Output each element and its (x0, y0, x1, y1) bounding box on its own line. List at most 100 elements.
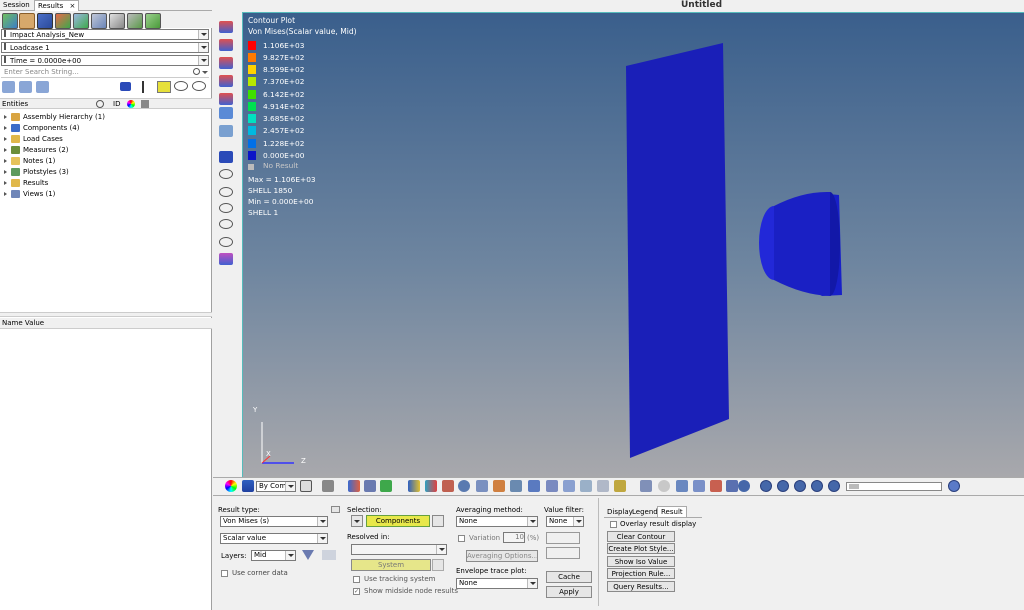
eye-column-icon[interactable] (96, 100, 104, 108)
clear-contour-button[interactable]: Clear Contour (607, 531, 675, 542)
time-dropdown[interactable]: Time = 0.0000e+00 (1, 55, 209, 66)
contour-bar-icon[interactable] (408, 480, 420, 492)
pointer-icon[interactable] (142, 81, 150, 93)
tab-legend[interactable]: Legend (632, 508, 658, 516)
envelope-dropdown[interactable]: None (456, 578, 538, 589)
filter-add-icon[interactable] (19, 81, 32, 93)
filter-remove-icon[interactable] (36, 81, 49, 93)
filter-min-input[interactable] (546, 532, 580, 544)
chat-icon[interactable] (658, 480, 670, 492)
projection-rule-button[interactable]: Projection Rule... (607, 568, 675, 579)
value-filter-dropdown[interactable]: None (546, 516, 584, 527)
shaded-icon[interactable] (322, 480, 334, 492)
last-frame-icon[interactable] (828, 480, 840, 492)
cube-icon[interactable] (109, 13, 125, 29)
tools-icon[interactable] (640, 480, 652, 492)
probe-icon[interactable] (493, 480, 505, 492)
search-icon[interactable] (193, 68, 200, 75)
loadcase-dropdown[interactable]: Loadcase 1 (1, 42, 209, 53)
animation-slider[interactable] (846, 482, 942, 491)
section-cut-icon[interactable] (546, 480, 558, 492)
show-midside-checkbox[interactable]: ✓ (353, 588, 360, 595)
color-mode-dropdown[interactable]: By Comp (256, 481, 296, 492)
next-frame-icon[interactable] (811, 480, 823, 492)
vector-icon[interactable] (219, 57, 233, 69)
panel-splitter[interactable] (0, 312, 212, 317)
model-dropdown[interactable]: Impact Analysis_New (1, 29, 209, 40)
chevron-down-icon[interactable] (285, 551, 295, 560)
plot-icon[interactable] (676, 480, 688, 492)
tree-item-assembly[interactable]: Assembly Hierarchy (1) (4, 113, 105, 121)
layer-stack-icon[interactable] (322, 550, 336, 560)
graphics-viewport[interactable] (242, 12, 1024, 477)
result-type-dropdown[interactable]: Von Mises (s) (220, 516, 328, 527)
mirror-icon[interactable] (364, 480, 376, 492)
chevron-down-icon[interactable] (317, 517, 327, 526)
overlay-result-checkbox[interactable] (610, 521, 617, 528)
eye-node-icon[interactable] (219, 203, 233, 213)
apply-button[interactable]: Apply (546, 586, 592, 598)
wireframe-icon[interactable] (300, 480, 312, 492)
reset-selection-button[interactable] (432, 515, 444, 527)
globe-icon[interactable] (458, 480, 470, 492)
chart-icon[interactable] (693, 480, 705, 492)
prev-frame-icon[interactable] (777, 480, 789, 492)
slider-thumb[interactable] (849, 484, 859, 489)
show-eye-icon[interactable] (174, 81, 188, 91)
tree-item-notes[interactable]: Notes (1) (4, 157, 55, 165)
cube-green-icon[interactable] (145, 13, 161, 29)
model-icon[interactable] (37, 13, 53, 29)
chevron-down-icon[interactable] (198, 30, 208, 39)
iso-icon[interactable] (219, 107, 233, 119)
export-icon[interactable] (73, 13, 89, 29)
shade-column-icon[interactable] (141, 100, 149, 108)
show-iso-value-button[interactable]: Show Iso Value (607, 556, 675, 567)
load-model-icon[interactable] (2, 13, 18, 29)
tab-display[interactable]: Display (607, 508, 633, 516)
tree-item-plotstyles[interactable]: Plotstyles (3) (4, 168, 69, 176)
use-tracking-checkbox[interactable] (353, 576, 360, 583)
eye-select-icon[interactable] (219, 187, 233, 197)
layers-dropdown[interactable]: Mid (251, 550, 296, 561)
eye-elem-icon[interactable] (219, 219, 233, 229)
play-icon[interactable] (794, 480, 806, 492)
filter-funnel-icon[interactable] (302, 550, 314, 560)
contour-icon[interactable] (219, 21, 233, 33)
chevron-down-icon[interactable] (436, 545, 446, 554)
averaging-options-button[interactable]: Averaging Options... (466, 550, 538, 562)
hide-eye-icon[interactable] (192, 81, 206, 91)
create-plot-style-button[interactable]: Create Plot Style... (607, 543, 675, 554)
entities-column-header[interactable]: Entities (2, 100, 28, 108)
components-selector[interactable]: Components (366, 515, 430, 527)
query-results-button[interactable]: Query Results... (607, 581, 675, 592)
chevron-down-icon[interactable] (202, 71, 208, 74)
search-input[interactable]: Enter Search String... (1, 67, 209, 78)
cube-add-icon[interactable] (127, 13, 143, 29)
legend-icon[interactable] (219, 93, 233, 105)
tree-item-measures[interactable]: Measures (2) (4, 146, 69, 154)
animation-settings-icon[interactable] (948, 480, 960, 492)
variation-checkbox[interactable] (458, 535, 465, 542)
filter-max-input[interactable] (546, 547, 580, 559)
use-corner-data-checkbox[interactable] (221, 570, 228, 577)
color-column-icon[interactable] (127, 100, 135, 108)
vector-display-icon[interactable] (528, 480, 540, 492)
plate-shell[interactable] (626, 43, 729, 458)
contour-levels-icon[interactable] (425, 480, 437, 492)
chevron-down-icon[interactable] (285, 482, 295, 491)
id-column-header[interactable]: ID (113, 100, 120, 108)
path-icon[interactable] (614, 480, 626, 492)
display-icon[interactable] (219, 125, 233, 137)
color-wheel-icon[interactable] (225, 480, 237, 492)
color-by-icon[interactable] (242, 480, 254, 492)
export-icon[interactable] (726, 480, 738, 492)
isolate-icon[interactable] (157, 81, 171, 93)
cache-button[interactable]: Cache (546, 571, 592, 583)
deformed-icon[interactable] (219, 39, 233, 51)
averaging-dropdown[interactable]: None (456, 516, 538, 527)
chevron-down-icon[interactable] (527, 517, 537, 526)
table-icon[interactable] (710, 480, 722, 492)
tab-results[interactable]: Results × (34, 0, 80, 11)
first-frame-icon[interactable] (760, 480, 772, 492)
variation-input[interactable]: 10 (503, 532, 525, 543)
